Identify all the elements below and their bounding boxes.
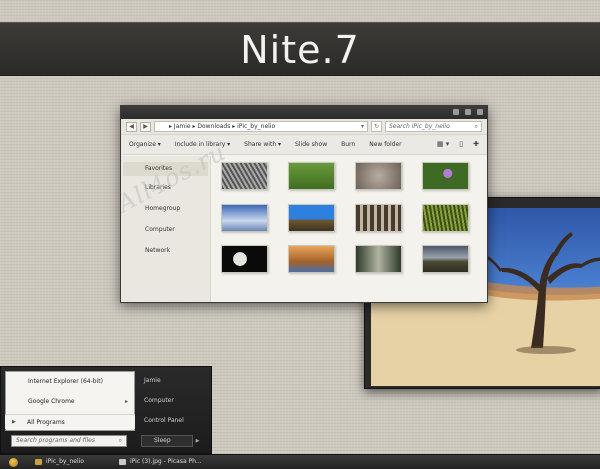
refresh-icon[interactable]: ↻ <box>371 121 382 132</box>
address-bar-row: ◀ ▶ ▸ Jamie ▸ Downloads ▸ iPic_by_nelio … <box>121 119 487 135</box>
minimize-icon[interactable] <box>453 109 459 115</box>
burn-button[interactable]: Burn <box>341 141 355 148</box>
start-search-input[interactable]: Search programs and files ⌕ <box>11 435 127 447</box>
breadcrumb: ▸ Jamie ▸ Downloads ▸ iPic_by_nelio <box>169 123 276 130</box>
new-folder-button[interactable]: New folder <box>369 141 401 148</box>
sleep-button[interactable]: Sleep ▶ <box>141 435 199 447</box>
view-options-icon[interactable]: ▦ ▾ <box>437 140 449 148</box>
search-input[interactable]: Search iPic_by_nelio ⌕ <box>385 121 482 132</box>
picasa-icon <box>119 459 126 465</box>
search-icon: ⌕ <box>474 123 478 130</box>
share-with-button[interactable]: Share with ▾ <box>244 141 281 148</box>
chevron-down-icon[interactable]: ▾ <box>361 122 364 131</box>
program-google-chrome[interactable]: Google Chrome ▸ <box>6 392 134 412</box>
address-bar[interactable]: ▸ Jamie ▸ Downloads ▸ iPic_by_nelio ▾ <box>154 121 368 132</box>
organize-button[interactable]: Organize ▾ <box>129 141 161 148</box>
close-icon[interactable] <box>477 109 483 115</box>
thumbnail[interactable] <box>221 162 268 190</box>
start-item-user[interactable]: Jamie <box>141 371 209 391</box>
taskbar-item-explorer[interactable]: iPic_by_nelio <box>32 456 110 468</box>
maximize-icon[interactable] <box>465 109 471 115</box>
nav-item-computer[interactable]: Computer <box>121 225 210 246</box>
thumbnail[interactable] <box>355 245 402 273</box>
chevron-right-icon[interactable]: ▸ <box>125 392 128 412</box>
program-internet-explorer[interactable]: Internet Explorer (64-bit) <box>6 372 134 392</box>
banner-title: Nite.7 <box>240 28 360 72</box>
all-programs-button[interactable]: ▶ All Programs <box>5 414 135 429</box>
chevron-right-icon[interactable]: ▶ <box>193 436 202 446</box>
window-titlebar[interactable] <box>121 106 487 119</box>
thumbnail[interactable] <box>288 162 335 190</box>
thumbnail[interactable] <box>221 245 268 273</box>
preview-pane-icon[interactable]: ▯ <box>459 140 463 148</box>
program-label: Google Chrome <box>28 398 75 405</box>
explorer-window[interactable]: ◀ ▶ ▸ Jamie ▸ Downloads ▸ iPic_by_nelio … <box>120 105 488 303</box>
back-button[interactable]: ◀ <box>126 121 137 132</box>
start-menu-right-pane: Jamie Computer Control Panel <box>141 371 209 431</box>
program-label: Internet Explorer (64-bit) <box>28 378 103 385</box>
thumbnail[interactable] <box>355 204 402 232</box>
start-menu: Internet Explorer (64-bit) Google Chrome… <box>0 366 212 454</box>
taskbar-item-picasa[interactable]: iPic (3).jpg - Picasa Ph... <box>116 456 226 468</box>
command-bar: Organize ▾ Include in library ▾ Share wi… <box>121 135 487 155</box>
folder-icon <box>35 459 42 465</box>
taskbar-item-label: iPic_by_nelio <box>46 458 84 465</box>
all-programs-label: All Programs <box>27 419 65 426</box>
search-placeholder: Search iPic_by_nelio <box>389 123 450 130</box>
start-item-computer[interactable]: Computer <box>141 391 209 411</box>
slide-show-button[interactable]: Slide show <box>295 141 327 148</box>
thumbnail-grid <box>211 156 487 302</box>
thumbnail[interactable] <box>288 245 335 273</box>
thumbnail[interactable] <box>422 162 469 190</box>
thumbnail[interactable] <box>288 204 335 232</box>
thumbnail[interactable] <box>422 204 469 232</box>
forward-button[interactable]: ▶ <box>140 121 151 132</box>
chevron-right-icon: ▶ <box>12 419 16 425</box>
start-item-control-panel[interactable]: Control Panel <box>141 411 209 431</box>
thumbnail[interactable] <box>221 204 268 232</box>
search-icon: ⌕ <box>118 437 122 444</box>
search-placeholder: Search programs and files <box>16 437 95 444</box>
start-button[interactable] <box>9 458 18 467</box>
nav-item-network[interactable]: Network <box>121 246 210 267</box>
thumbnail[interactable] <box>422 245 469 273</box>
help-icon[interactable]: ✚ <box>473 140 479 148</box>
taskbar-item-label: iPic (3).jpg - Picasa Ph... <box>130 458 202 465</box>
sleep-label: Sleep <box>154 437 171 444</box>
thumbnail[interactable] <box>355 162 402 190</box>
taskbar: iPic_by_nelio iPic (3).jpg - Picasa Ph..… <box>0 454 600 469</box>
